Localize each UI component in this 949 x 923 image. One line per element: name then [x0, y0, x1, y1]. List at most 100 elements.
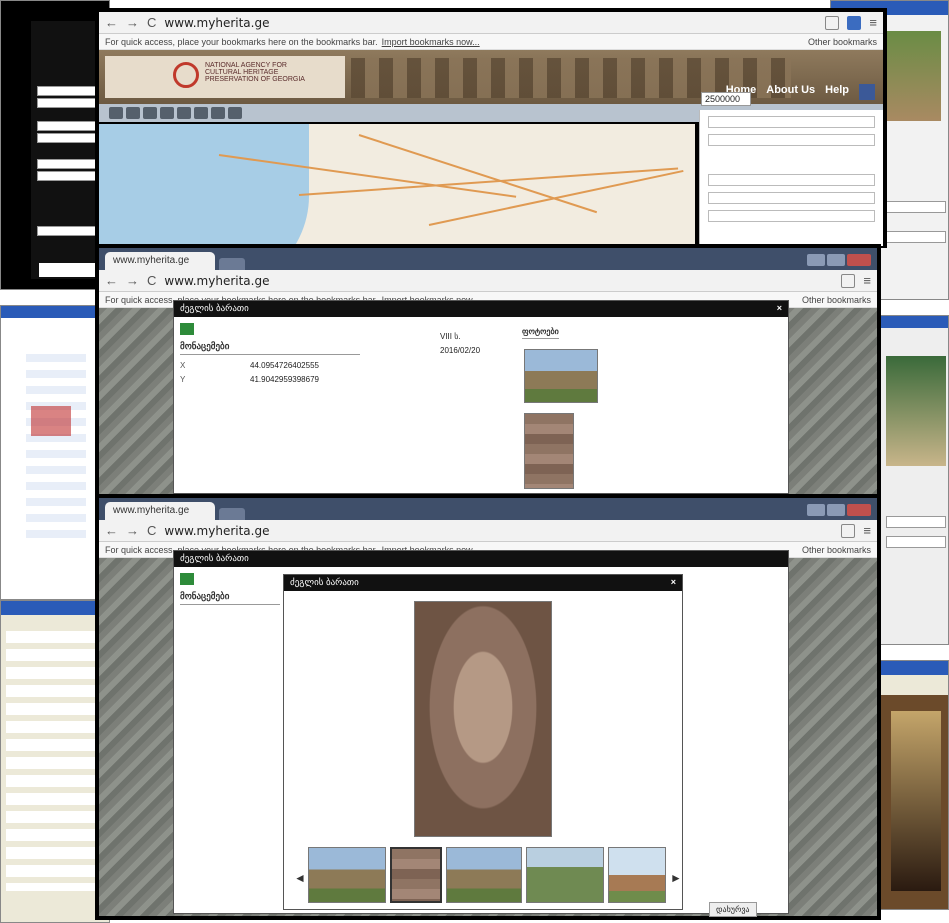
zoom-out-icon[interactable] — [126, 107, 140, 119]
coordinates-column: მონაცემები — [180, 573, 280, 611]
dialog-title: ძეგლის ბარათი — [180, 303, 249, 313]
info-icon[interactable] — [177, 107, 191, 119]
search-field[interactable] — [708, 174, 875, 186]
century-value: VIII ს. — [440, 332, 461, 341]
background-window-right-bottom — [880, 660, 949, 910]
tree-view — [26, 346, 86, 546]
star-icon[interactable] — [841, 273, 856, 288]
pan-icon[interactable] — [143, 107, 157, 119]
measure-icon[interactable] — [160, 107, 174, 119]
forward-icon[interactable]: → — [126, 523, 139, 538]
url-field[interactable]: www.myherita.ge — [164, 16, 817, 30]
menu-help[interactable]: Help — [825, 84, 849, 100]
menu-icon[interactable]: ≡ — [863, 273, 871, 288]
zoom-in-icon[interactable] — [109, 107, 123, 119]
agency-logo[interactable]: NATIONAL AGENCY FOR CULTURAL HERITAGE PR… — [105, 56, 345, 98]
menu-about[interactable]: About Us — [766, 84, 815, 100]
background-window-left-top — [0, 0, 110, 290]
site-header: NATIONAL AGENCY FOR CULTURAL HERITAGE PR… — [99, 50, 883, 104]
minimize-button[interactable] — [807, 254, 825, 266]
century-label — [370, 332, 440, 341]
other-bookmarks[interactable]: Other bookmarks — [802, 545, 871, 555]
menu-icon[interactable]: ≡ — [869, 15, 877, 30]
section-details-title: მონაცემები — [180, 341, 360, 355]
close-window-button[interactable] — [847, 254, 871, 266]
century-row: VIII ს. — [370, 332, 520, 341]
new-tab-button[interactable] — [219, 508, 245, 520]
facebook-icon[interactable] — [859, 84, 875, 100]
reload-icon[interactable]: C — [147, 523, 156, 538]
photos-header: ფოტოები — [522, 327, 559, 339]
browser-tab[interactable]: www.myherita.ge — [105, 502, 215, 520]
star-icon[interactable] — [825, 15, 840, 30]
extension-icon[interactable] — [847, 15, 862, 30]
search-field[interactable] — [708, 134, 875, 146]
photos-column: ფოტოები — [522, 327, 559, 339]
menu-icon[interactable]: ≡ — [863, 523, 871, 538]
thumb-church[interactable] — [308, 847, 386, 903]
field — [886, 516, 946, 528]
address-bar: ← → C www.myherita.ge ≡ — [99, 270, 877, 292]
field — [886, 536, 946, 548]
back-icon[interactable]: ← — [105, 273, 118, 288]
monument-icon — [180, 323, 194, 335]
background-window-left-bottom — [0, 600, 110, 923]
close-button[interactable]: დახურვა — [709, 902, 757, 917]
title-bar — [1, 601, 109, 615]
bookmarks-prompt: For quick access, place your bookmarks h… — [105, 36, 378, 47]
thumb-hill[interactable] — [526, 847, 604, 903]
close-window-button[interactable] — [847, 504, 871, 516]
reload-icon[interactable]: C — [147, 273, 156, 288]
other-bookmarks[interactable]: Other bookmarks — [808, 37, 877, 47]
next-arrow-icon[interactable]: ► — [670, 871, 682, 885]
back-icon[interactable]: ← — [105, 523, 118, 538]
minimize-button[interactable] — [807, 504, 825, 516]
dialog-title-bar: ძეგლის ბარათი × — [174, 301, 788, 317]
form-list — [6, 631, 106, 891]
url-field[interactable]: www.myherita.ge — [164, 524, 833, 538]
map-canvas[interactable] — [99, 124, 695, 244]
forward-icon[interactable]: → — [126, 273, 139, 288]
viewer-close-icon[interactable]: × — [671, 577, 676, 589]
attributes-column: VIII ს. 2016/02/20 — [370, 327, 520, 360]
logo-strip — [39, 263, 99, 277]
flag-icon[interactable] — [228, 107, 242, 119]
maximize-button[interactable] — [827, 254, 845, 266]
title-bar — [881, 316, 948, 328]
dialog-close-icon[interactable]: × — [777, 303, 782, 315]
scale-select[interactable]: 2500000 — [701, 92, 751, 106]
url-field[interactable]: www.myherita.ge — [164, 274, 833, 288]
maximize-button[interactable] — [827, 504, 845, 516]
dialog-title-bar: ძეგლის ბარათი — [174, 551, 788, 567]
thumb-church-2[interactable] — [446, 847, 522, 903]
search-field[interactable] — [708, 210, 875, 222]
date-value: 2016/02/20 — [440, 346, 481, 355]
import-bookmarks-link[interactable]: Import bookmarks now... — [382, 37, 480, 47]
date-label — [370, 346, 440, 355]
search-field[interactable] — [708, 116, 875, 128]
road — [358, 134, 598, 214]
browser-tab[interactable]: www.myherita.ge — [105, 252, 215, 270]
agency-name-line3: PRESERVATION OF GEORGIA — [205, 76, 305, 83]
coord-y-value: 41.9042959398679 — [250, 375, 319, 384]
title-bar — [881, 661, 948, 675]
prev-arrow-icon[interactable]: ◄ — [294, 871, 306, 885]
photo-relief[interactable] — [524, 413, 574, 489]
print-icon[interactable] — [194, 107, 208, 119]
new-tab-button[interactable] — [219, 258, 245, 270]
search-field[interactable] — [708, 192, 875, 204]
photo-church[interactable] — [524, 349, 598, 403]
agency-logo-mark-icon — [173, 62, 199, 88]
coord-x-label: X — [180, 361, 186, 370]
layers-icon[interactable] — [211, 107, 225, 119]
star-icon[interactable] — [841, 523, 856, 538]
date-row: 2016/02/20 — [370, 346, 520, 355]
thumb-relief-selected[interactable] — [390, 847, 442, 903]
icon-image — [891, 711, 941, 891]
thumb-dome[interactable] — [608, 847, 666, 903]
dialog-title: ძეგლის ბარათი — [180, 553, 249, 563]
other-bookmarks[interactable]: Other bookmarks — [802, 295, 871, 305]
reload-icon[interactable]: C — [147, 15, 156, 30]
forward-icon[interactable]: → — [126, 15, 139, 30]
back-icon[interactable]: ← — [105, 15, 118, 30]
